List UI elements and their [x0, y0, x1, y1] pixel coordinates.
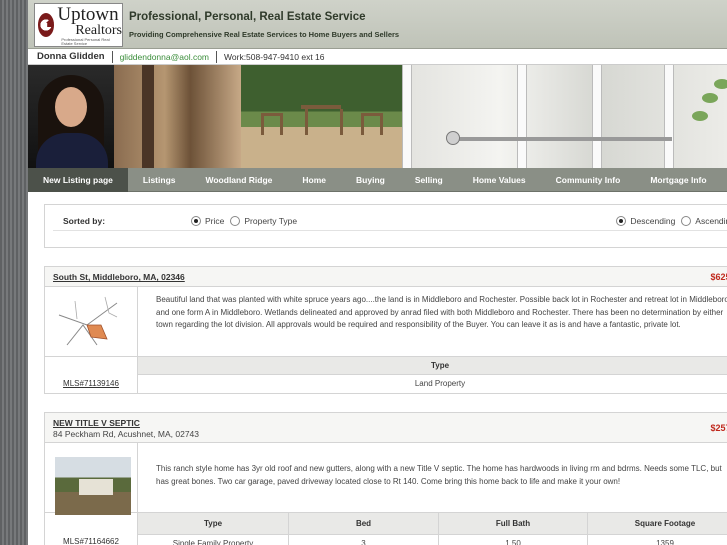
- nav-item-woodland-ridge[interactable]: Woodland Ridge: [191, 168, 288, 192]
- sort-price-radio[interactable]: Price: [191, 215, 224, 226]
- nav-item-home[interactable]: Home: [287, 168, 341, 192]
- listing-thumbnail[interactable]: [45, 287, 138, 356]
- column-value: Land Property: [138, 375, 727, 393]
- nav-item-selling[interactable]: Selling: [400, 168, 458, 192]
- listing-card: NEW TITLE V SEPTIC 84 Peckham Rd, Acushn…: [44, 412, 727, 545]
- listing-details-table: MLS#71139146 Type Land Property: [45, 357, 727, 393]
- site-subtitle: Providing Comprehensive Real Estate Serv…: [129, 30, 400, 39]
- banner-photo-patio: [241, 65, 402, 168]
- listing-price: $257,90: [710, 423, 727, 433]
- sort-label: Sorted by:: [63, 215, 106, 226]
- house-seal-icon: [38, 13, 55, 37]
- order-ascending-radio[interactable]: Ascending: [681, 215, 727, 226]
- agent-phone: Work:508-947-9410 ext 16: [224, 51, 325, 62]
- page: Uptown Realtors Professional Personal Re…: [28, 0, 727, 545]
- divider: [216, 50, 218, 63]
- agent-name: Donna Glidden: [37, 51, 105, 62]
- agent-email-link[interactable]: gliddendonna@aol.com: [120, 52, 209, 62]
- column-value: 1359: [588, 535, 727, 545]
- listing-title-link[interactable]: South St, Middleboro, MA, 02346: [53, 272, 185, 282]
- agent-photo: [28, 65, 114, 168]
- header-banner: [28, 65, 727, 168]
- mls-number-link[interactable]: MLS#71139146: [45, 357, 138, 393]
- site-header: Uptown Realtors Professional Personal Re…: [28, 0, 727, 49]
- nav-item-new-listing-page[interactable]: New Listing page: [28, 167, 128, 192]
- column-header: Full Bath: [439, 513, 588, 535]
- house-photo: [55, 457, 131, 515]
- column-value: 3: [289, 535, 439, 545]
- nav-item-listings[interactable]: Listings: [128, 168, 191, 192]
- logo-line3: Professional Personal Real Estate Servic…: [61, 36, 110, 46]
- nav-item-mortgage-info[interactable]: Mortgage Info: [635, 168, 721, 192]
- plot-map-image: [57, 295, 119, 347]
- main-nav: New Listing page Listings Woodland Ridge Ho…: [28, 167, 727, 192]
- listing-description: This ranch style home has 3yr old roof a…: [156, 464, 722, 486]
- column-value: Single Family Property: [138, 535, 289, 545]
- site-title: Professional, Personal, Real Estate Serv…: [129, 11, 366, 23]
- listing-thumbnail[interactable]: [45, 443, 138, 515]
- listing-description: Beautiful land that was planted with whi…: [156, 295, 727, 329]
- contact-bar: Donna Glidden gliddendonna@aol.com Work:…: [28, 49, 727, 65]
- nav-item-community-info[interactable]: Community Info: [541, 168, 636, 192]
- logo-line1: Uptown: [57, 3, 119, 25]
- listing-title-link[interactable]: NEW TITLE V SEPTIC: [53, 418, 140, 428]
- logo-line2: Realtors: [75, 22, 122, 38]
- nav-item-home-values[interactable]: Home Values: [458, 168, 541, 192]
- nav-item-buying[interactable]: Buying: [341, 168, 400, 192]
- banner-photo-door: [114, 65, 241, 168]
- uptown-realtors-logo[interactable]: Uptown Realtors Professional Personal Re…: [34, 3, 123, 47]
- column-header: Square Footage: [588, 513, 727, 535]
- order-descending-radio[interactable]: Descending: [616, 215, 675, 226]
- sort-property-type-radio[interactable]: Property Type: [230, 215, 297, 226]
- tagline: Professional, Personal, Real Estate Serv…: [129, 11, 399, 39]
- listing-address: 84 Peckham Rd, Acushnet, MA, 02743: [53, 429, 200, 439]
- divider: [111, 50, 113, 63]
- column-value: 1.50: [439, 535, 588, 545]
- left-decorative-stripe: [0, 0, 28, 545]
- banner-photo-window: [402, 65, 727, 168]
- listing-price: $625,00: [710, 272, 727, 282]
- listing-details-table: MLS#71164662 Type Bed Full Bath Square F…: [45, 513, 727, 545]
- listing-card: South St, Middleboro, MA, 02346 $625,00: [44, 266, 727, 394]
- column-header: Type: [138, 357, 727, 375]
- mls-number-link[interactable]: MLS#71164662: [45, 513, 138, 545]
- column-header: Type: [138, 513, 289, 535]
- sort-panel: Sorted by: Price Property Type Descendin…: [44, 204, 727, 248]
- column-header: Bed: [289, 513, 439, 535]
